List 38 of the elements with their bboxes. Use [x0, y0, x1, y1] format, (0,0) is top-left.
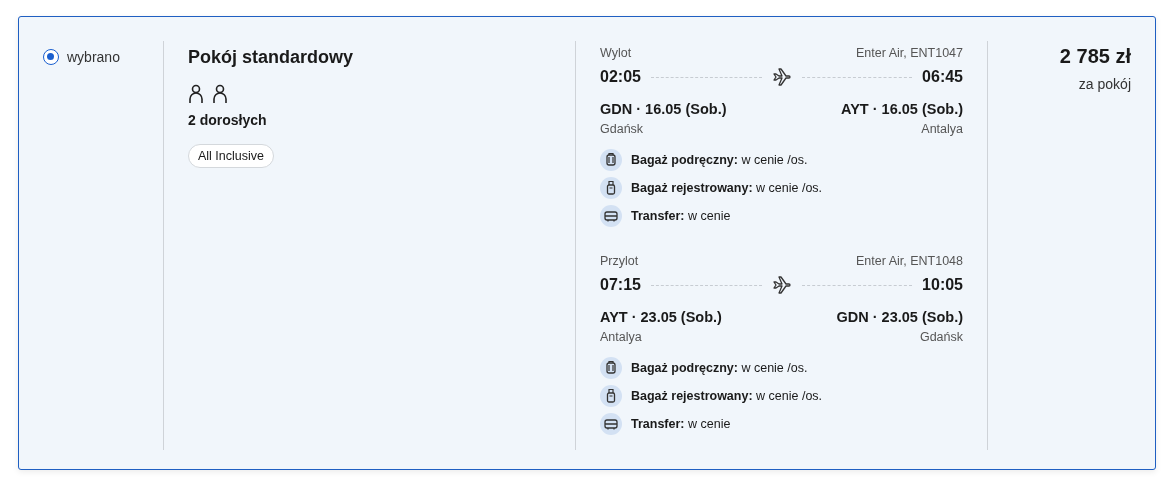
- amenity-text: Bagaż podręczny: w cenie /os.: [631, 361, 808, 375]
- price: 2 785 zł: [1059, 45, 1131, 68]
- arrival-airport: GDN · 23.05 (Sob.): [836, 309, 963, 325]
- departure-airport: AYT · 23.05 (Sob.): [600, 309, 722, 325]
- price-note: za pokój: [1078, 76, 1131, 92]
- room-title: Pokój standardowy: [188, 47, 354, 68]
- person-icon: [212, 84, 228, 104]
- plane-icon: [771, 68, 792, 86]
- board-tag: All Inclusive: [188, 144, 274, 168]
- arrival-city: Gdańsk: [919, 330, 963, 344]
- bus-icon: [600, 413, 622, 435]
- amenity-text: Bagaż rejestrowany: w cenie /os.: [631, 181, 823, 195]
- option-radio[interactable]: wybrano: [43, 49, 163, 65]
- amenity-text: Transfer: w cenie: [631, 417, 731, 431]
- leg-label: Wylot: [600, 46, 632, 60]
- arrival-airport: AYT · 16.05 (Sob.): [841, 101, 963, 117]
- amenity-text: Transfer: w cenie: [631, 209, 731, 223]
- arrival-time: 06:45: [922, 68, 963, 86]
- suitcase-icon: [600, 357, 622, 379]
- departure-time: 02:05: [600, 68, 641, 86]
- arrival-time: 10:05: [922, 276, 963, 294]
- amenity-text: Bagaż rejestrowany: w cenie /os.: [631, 389, 823, 403]
- suitcase-icon: [600, 149, 622, 171]
- amenity-text: Bagaż podręczny: w cenie /os.: [631, 153, 808, 167]
- airline-text: Enter Air, ENT1047: [856, 46, 963, 60]
- departure-time: 07:15: [600, 276, 641, 294]
- luggage-icon: [600, 385, 622, 407]
- person-icon: [188, 84, 204, 104]
- luggage-icon: [600, 177, 622, 199]
- bus-icon: [600, 205, 622, 227]
- plane-icon: [771, 276, 792, 294]
- departure-city: Gdańsk: [600, 122, 644, 136]
- arrival-city: Antalya: [921, 122, 963, 136]
- departure-airport: GDN · 16.05 (Sob.): [600, 101, 727, 117]
- leg-label: Przylot: [600, 254, 639, 268]
- airline-text: Enter Air, ENT1048: [856, 254, 963, 268]
- departure-city: Antalya: [600, 330, 642, 344]
- guests-count: 2 dorosłych: [188, 112, 267, 128]
